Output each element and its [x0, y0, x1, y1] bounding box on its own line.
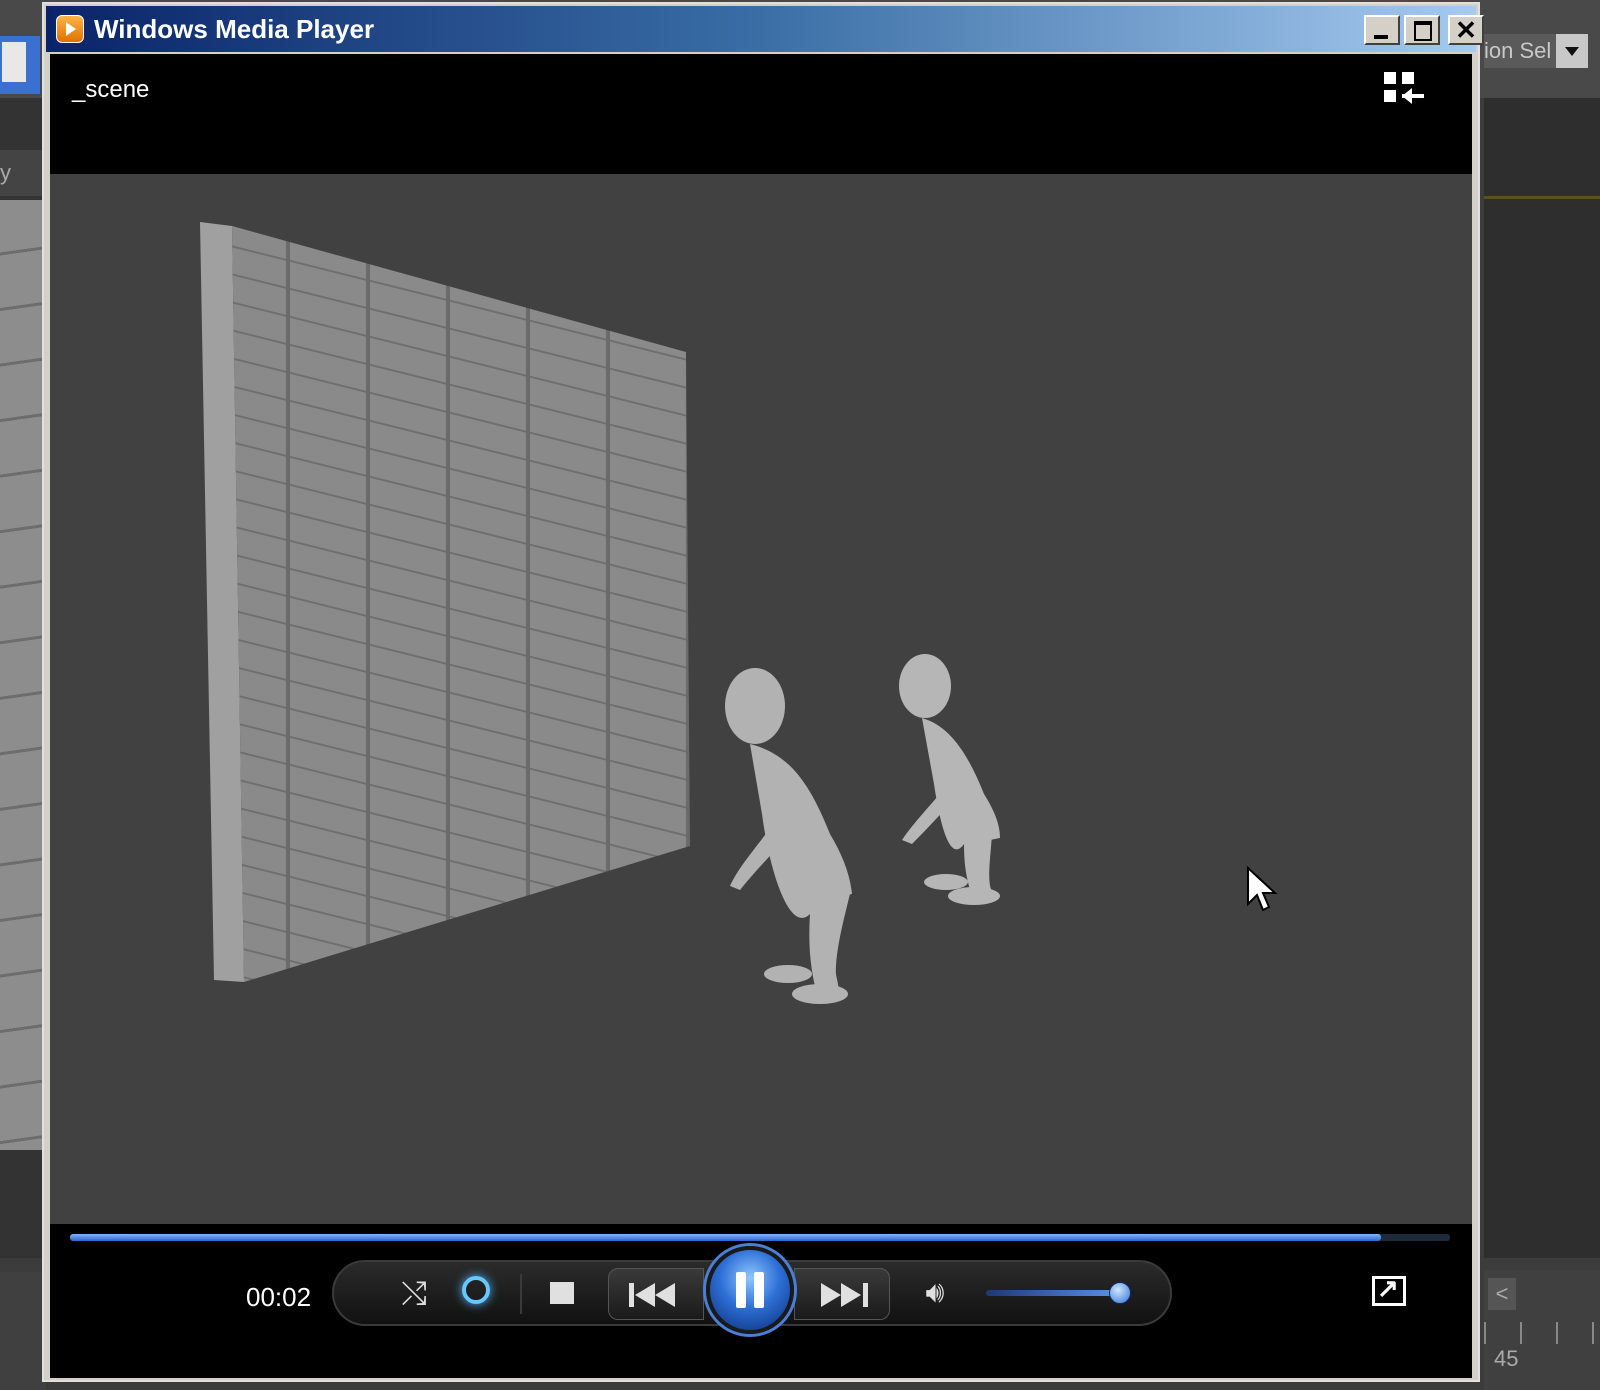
- maximize-button[interactable]: [1404, 15, 1440, 45]
- previous-icon: [635, 1283, 655, 1307]
- background-left-bottom: [0, 1272, 46, 1390]
- background-right-panel: [1484, 98, 1600, 1258]
- current-time: 00:02: [246, 1282, 312, 1312]
- next-icon: [821, 1283, 841, 1307]
- background-app-button[interactable]: [0, 36, 40, 94]
- character-right: [899, 654, 1000, 905]
- character-left: [725, 668, 852, 1004]
- switch-to-library-icon[interactable]: [1384, 72, 1424, 108]
- brick-wall: [232, 226, 690, 982]
- seek-bar[interactable]: [70, 1234, 1450, 1241]
- player-area: _scene 00:02 ⤭ 🔊︎ ↗: [50, 54, 1472, 1378]
- shuffle-icon: ⤭: [401, 1275, 427, 1311]
- seek-progress: [70, 1234, 1381, 1241]
- media-title: _scene: [72, 76, 150, 103]
- background-timeline-number: 45: [1494, 1346, 1519, 1371]
- wmp-window: Windows Media Player ✕ _scene 00:02 ⤭ 🔊︎…: [42, 2, 1484, 1382]
- minimize-button[interactable]: [1364, 15, 1400, 45]
- close-icon: ✕: [1455, 15, 1477, 45]
- stop-button[interactable]: [542, 1272, 582, 1316]
- background-back-button[interactable]: <: [1488, 1278, 1516, 1310]
- chevron-down-icon[interactable]: [1556, 34, 1588, 68]
- background-button-face: [2, 42, 26, 82]
- mute-button[interactable]: 🔊︎: [910, 1268, 960, 1318]
- repeat-icon: [462, 1276, 490, 1304]
- background-left-tab[interactable]: y: [0, 150, 44, 196]
- switch-to-now-playing-button[interactable]: [1372, 1273, 1406, 1306]
- previous-button[interactable]: [608, 1268, 704, 1320]
- video-display[interactable]: [50, 174, 1472, 1224]
- next-button[interactable]: [794, 1268, 890, 1320]
- pause-button[interactable]: [706, 1246, 794, 1334]
- volume-slider-handle[interactable]: [1108, 1282, 1131, 1304]
- title-bar[interactable]: Windows Media Player ✕: [46, 6, 1484, 52]
- wmp-icon: [56, 15, 84, 43]
- window-title: Windows Media Player: [94, 14, 375, 44]
- shuffle-button[interactable]: ⤭: [390, 1268, 438, 1318]
- pause-icon: [736, 1272, 746, 1308]
- background-viewport: [0, 200, 44, 1150]
- mouse-cursor-icon: [1247, 866, 1278, 912]
- controls-divider: [520, 1274, 522, 1314]
- stop-icon: [550, 1282, 574, 1304]
- volume-icon: 🔊︎: [925, 1276, 945, 1309]
- background-timeline-ticks: [1484, 1322, 1600, 1344]
- background-divider: [1484, 196, 1600, 199]
- close-button[interactable]: ✕: [1448, 15, 1484, 45]
- video-frame: [200, 222, 1000, 1004]
- repeat-button[interactable]: [454, 1268, 504, 1318]
